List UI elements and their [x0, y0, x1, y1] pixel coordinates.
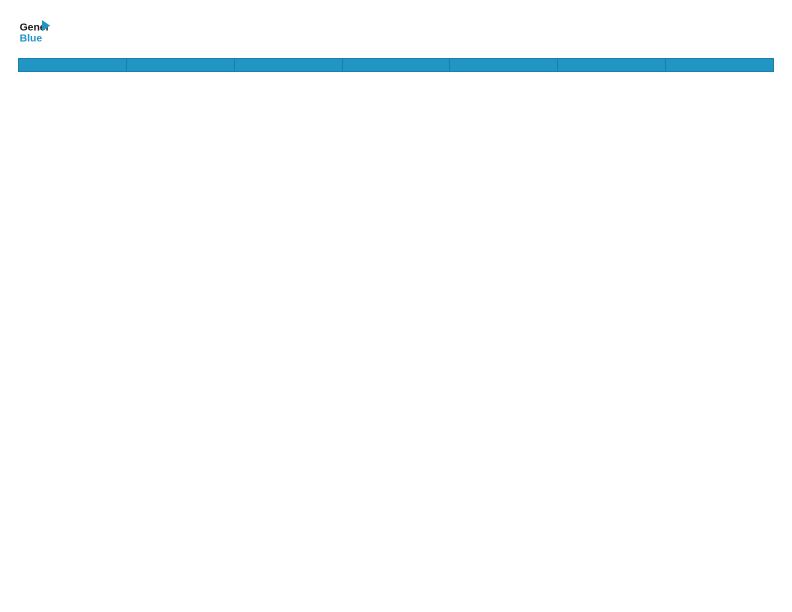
- col-monday: [126, 59, 234, 72]
- col-wednesday: [342, 59, 450, 72]
- col-thursday: [450, 59, 558, 72]
- col-tuesday: [234, 59, 342, 72]
- svg-text:Blue: Blue: [20, 34, 43, 45]
- header: General Blue: [18, 16, 774, 48]
- calendar-table: [18, 58, 774, 72]
- calendar-header-row: [19, 59, 774, 72]
- logo-icon: General Blue: [18, 16, 50, 48]
- col-sunday: [19, 59, 127, 72]
- col-friday: [558, 59, 666, 72]
- logo: General Blue: [18, 16, 50, 48]
- col-saturday: [666, 59, 774, 72]
- page: General Blue: [0, 0, 792, 612]
